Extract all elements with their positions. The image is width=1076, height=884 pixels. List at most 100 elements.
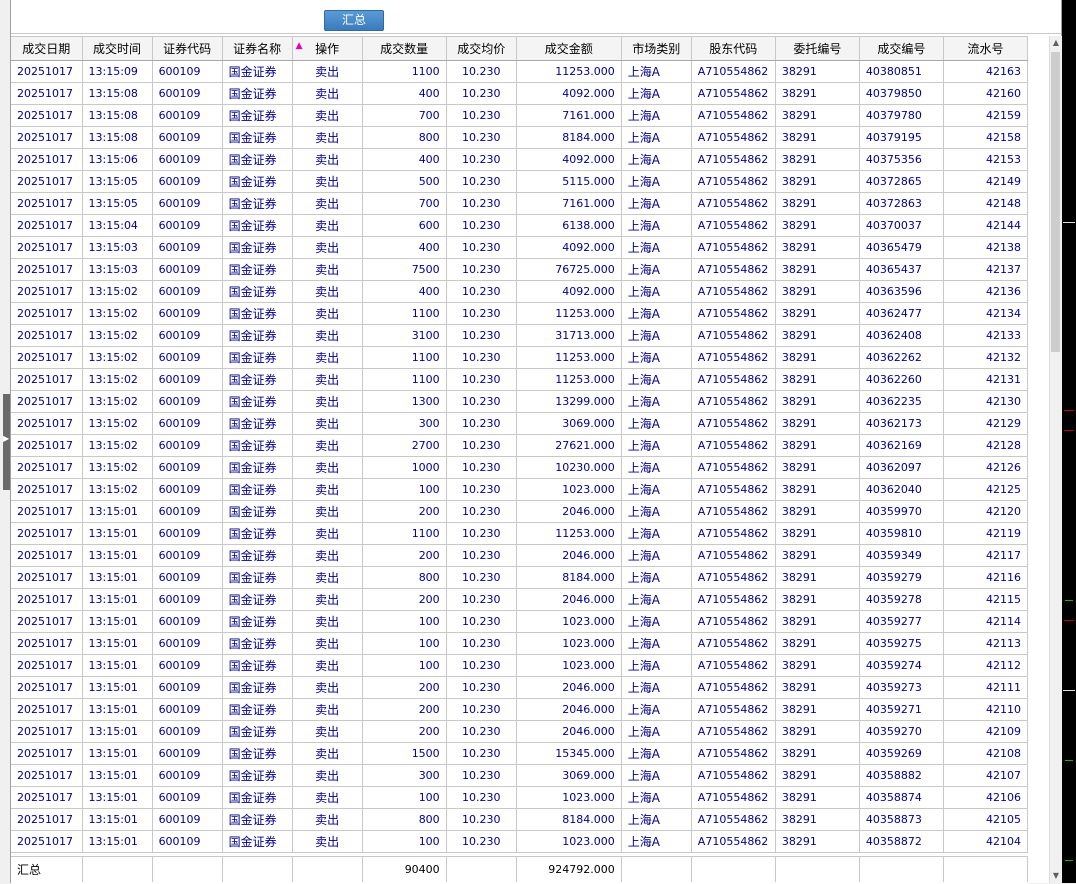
column-header-9[interactable]: 股东代码 [691, 36, 776, 61]
table-row[interactable]: 20251017 13:15:01 600109 国金证券 卖出 200 10.230 204… [11, 544, 1029, 567]
table-cell: 38291 [775, 192, 860, 215]
table-cell: 20251017 [11, 82, 83, 105]
table-row[interactable]: 20251017 13:15:03 600109 国金证券 卖出 400 10.230 409… [11, 236, 1029, 259]
table-row[interactable]: 20251017 13:15:02 600109 国金证券 卖出 1300 10.230 13… [11, 390, 1029, 413]
vertical-scrollbar[interactable]: ▲ ▼ [1049, 36, 1062, 883]
table-cell: 100 [362, 632, 447, 655]
table-row[interactable]: 20251017 13:15:02 600109 国金证券 卖出 2700 10.230 27… [11, 434, 1029, 457]
column-header-8[interactable]: 市场类别 [621, 36, 692, 61]
table-row[interactable]: 20251017 13:15:01 600109 国金证券 卖出 100 10.230 102… [11, 632, 1029, 655]
summary-button[interactable]: 汇总 [324, 10, 384, 31]
table-cell: 600109 [152, 632, 223, 655]
table-row[interactable]: 20251017 13:15:01 600109 国金证券 卖出 100 10.230 102… [11, 830, 1029, 853]
panel-collapse-handle[interactable]: ▶ [3, 394, 10, 490]
table-cell: 20251017 [11, 302, 83, 325]
table-cell: 卖出 [292, 324, 363, 347]
table-cell: 3069.000 [516, 764, 622, 787]
table-cell: 上海A [621, 610, 692, 633]
table-cell: 38291 [775, 60, 860, 83]
table-cell: 10.230 [446, 324, 517, 347]
table-row[interactable]: 20251017 13:15:04 600109 国金证券 卖出 600 10.230 613… [11, 214, 1029, 237]
scroll-up-icon[interactable]: ▲ [1050, 36, 1062, 50]
table-row[interactable]: 20251017 13:15:01 600109 国金证券 卖出 200 10.230 204… [11, 698, 1029, 721]
column-header-4[interactable]: ▲ 操作 [292, 36, 363, 61]
table-row[interactable]: 20251017 13:15:01 600109 国金证券 卖出 800 10.230 818… [11, 808, 1029, 831]
table-row[interactable]: 20251017 13:15:01 600109 国金证券 卖出 100 10.230 102… [11, 610, 1029, 633]
table-row[interactable]: 20251017 13:15:01 600109 国金证券 卖出 200 10.230 204… [11, 500, 1029, 523]
table-row[interactable]: 20251017 13:15:01 600109 国金证券 卖出 300 10.230 306… [11, 764, 1029, 787]
table-row[interactable]: 20251017 13:15:05 600109 国金证券 卖出 700 10.230 716… [11, 192, 1029, 215]
table-cell: 20251017 [11, 192, 83, 215]
trade-grid[interactable]: 成交日期 成交时间 证券代码 证券名称 ▲ 操作 成交数量 成交均价 成交金额 市场类别 股东代码 委… [11, 36, 1049, 883]
table-row[interactable]: 20251017 13:15:02 600109 国金证券 卖出 300 10.230 306… [11, 412, 1029, 435]
table-cell: 600109 [152, 192, 223, 215]
table-row[interactable]: 20251017 13:15:05 600109 国金证券 卖出 500 10.230 511… [11, 170, 1029, 193]
table-cell: 38291 [775, 698, 860, 721]
table-cell: 上海A [621, 632, 692, 655]
table-cell: 卖出 [292, 632, 363, 655]
table-row[interactable]: 20251017 13:15:01 600109 国金证券 卖出 100 10.230 102… [11, 786, 1029, 809]
table-cell: 10.230 [446, 192, 517, 215]
table-cell: 2046.000 [516, 544, 622, 567]
table-row[interactable]: 20251017 13:15:08 600109 国金证券 卖出 400 10.230 409… [11, 82, 1029, 105]
table-cell: 20251017 [11, 654, 83, 677]
table-cell: 13:15:01 [82, 522, 153, 545]
table-cell: 40359269 [859, 742, 944, 765]
table-cell: 20251017 [11, 60, 83, 83]
column-header-5[interactable]: 成交数量 [362, 36, 447, 61]
scroll-down-icon[interactable]: ▼ [1050, 869, 1062, 883]
table-cell: 国金证券 [222, 698, 293, 721]
table-cell: 1100 [362, 522, 447, 545]
column-header-10[interactable]: 委托编号 [775, 36, 860, 61]
table-row[interactable]: 20251017 13:15:02 600109 国金证券 卖出 1100 10.230 11… [11, 302, 1029, 325]
table-cell: 国金证券 [222, 60, 293, 83]
table-row[interactable]: 20251017 13:15:02 600109 国金证券 卖出 3100 10.230 31… [11, 324, 1029, 347]
table-row[interactable]: 20251017 13:15:08 600109 国金证券 卖出 800 10.230 818… [11, 126, 1029, 149]
table-cell: 42112 [943, 654, 1029, 677]
table-row[interactable]: 20251017 13:15:01 600109 国金证券 卖出 1500 10.230 15… [11, 742, 1029, 765]
column-header-0[interactable]: 成交日期 [11, 36, 83, 61]
column-header-7[interactable]: 成交金额 [516, 36, 622, 61]
scrollbar-thumb[interactable] [1051, 52, 1060, 352]
table-cell: 600109 [152, 478, 223, 501]
table-cell: 国金证券 [222, 588, 293, 611]
table-row[interactable]: 20251017 13:15:01 600109 国金证券 卖出 100 10.230 102… [11, 654, 1029, 677]
table-cell: 600109 [152, 126, 223, 149]
table-row[interactable]: 20251017 13:15:01 600109 国金证券 卖出 1100 10.230 11… [11, 522, 1029, 545]
column-header-2[interactable]: 证券代码 [152, 36, 223, 61]
table-row[interactable]: 20251017 13:15:02 600109 国金证券 卖出 100 10.230 102… [11, 478, 1029, 501]
table-cell: 13:15:08 [82, 82, 153, 105]
table-row[interactable]: 20251017 13:15:03 600109 国金证券 卖出 7500 10.230 76… [11, 258, 1029, 281]
table-row[interactable]: 20251017 13:15:06 600109 国金证券 卖出 400 10.230 409… [11, 148, 1029, 171]
table-cell: 600109 [152, 434, 223, 457]
table-cell: 38291 [775, 280, 860, 303]
table-cell: 卖出 [292, 654, 363, 677]
table-row[interactable]: 20251017 13:15:02 600109 国金证券 卖出 1000 10.230 10… [11, 456, 1029, 479]
column-header-6[interactable]: 成交均价 [446, 36, 517, 61]
column-header-3[interactable]: 证券名称 [222, 36, 293, 61]
table-cell: 上海A [621, 566, 692, 589]
table-cell: A710554862 [691, 808, 776, 831]
table-row[interactable]: 20251017 13:15:01 600109 国金证券 卖出 800 10.230 818… [11, 566, 1029, 589]
column-header-1[interactable]: 成交时间 [82, 36, 153, 61]
table-cell: 国金证券 [222, 500, 293, 523]
table-row[interactable]: 20251017 13:15:02 600109 国金证券 卖出 1100 10.230 11… [11, 368, 1029, 391]
table-cell: 400 [362, 236, 447, 259]
table-cell: 38291 [775, 324, 860, 347]
table-cell: 600 [362, 214, 447, 237]
table-cell: 卖出 [292, 544, 363, 567]
table-row[interactable]: 20251017 13:15:08 600109 国金证券 卖出 700 10.230 716… [11, 104, 1029, 127]
table-row[interactable]: 20251017 13:15:01 600109 国金证券 卖出 200 10.230 204… [11, 720, 1029, 743]
table-cell: 11253.000 [516, 60, 622, 83]
table-row[interactable]: 20251017 13:15:09 600109 国金证券 卖出 1100 10.230 11… [11, 60, 1029, 83]
table-row[interactable]: 20251017 13:15:01 600109 国金证券 卖出 200 10.230 204… [11, 676, 1029, 699]
table-cell: 卖出 [292, 522, 363, 545]
table-cell: A710554862 [691, 324, 776, 347]
table-cell: 600109 [152, 104, 223, 127]
table-row[interactable]: 20251017 13:15:01 600109 国金证券 卖出 200 10.230 204… [11, 588, 1029, 611]
table-row[interactable]: 20251017 13:15:02 600109 国金证券 卖出 1100 10.230 11… [11, 346, 1029, 369]
column-header-11[interactable]: 成交编号 [859, 36, 944, 61]
column-header-12[interactable]: 流水号 [943, 36, 1029, 61]
table-row[interactable]: 20251017 13:15:02 600109 国金证券 卖出 400 10.230 409… [11, 280, 1029, 303]
table-cell: 国金证券 [222, 434, 293, 457]
